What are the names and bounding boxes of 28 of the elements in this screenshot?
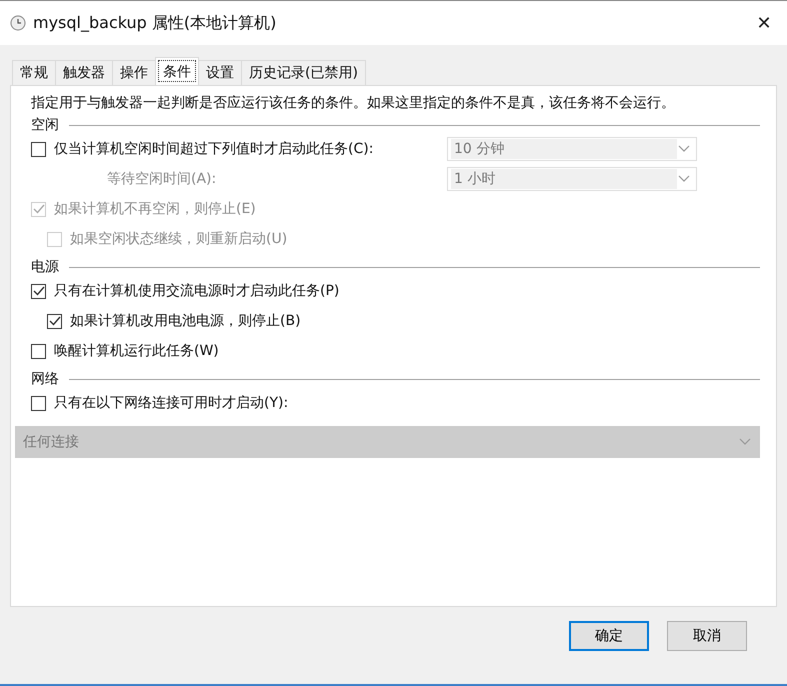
dialog-button[interactable]: 取消 — [667, 621, 747, 651]
close-button[interactable]: ✕ — [741, 1, 787, 45]
checkbox-label: 唤醒计算机运行此任务(W) — [54, 342, 219, 360]
checkbox[interactable] — [31, 344, 46, 358]
tab[interactable]: 常规 — [12, 60, 56, 85]
chevron-down-icon — [739, 438, 751, 446]
checkbox-label: 只有在计算机使用交流电源时才启动此任务(P) — [54, 282, 340, 300]
checkbox[interactable] — [31, 142, 46, 156]
section-heading: 电源 — [31, 258, 59, 276]
description-text: 指定用于与触发器一起判断是否应运行该任务的条件。如果这里指定的条件不是真，该任务将不会运行。 — [31, 94, 676, 112]
checkbox-label: 仅当计算机空闲时间超过下列值时才启动此任务(C): — [54, 140, 374, 158]
checkbox-label: 如果空闲状态继续，则重新启动(U) — [70, 230, 288, 248]
field-label: 等待空闲时间(A): — [107, 170, 216, 188]
clock-icon — [10, 15, 26, 31]
dialog-button[interactable]: 确定 — [569, 621, 649, 651]
window-title: mysql_backup 属性(本地计算机) — [33, 12, 276, 34]
checkbox-label: 如果计算机不再空闲，则停止(E) — [54, 200, 256, 218]
checkbox-label: 如果计算机改用电池电源，则停止(B) — [70, 312, 301, 330]
tab[interactable]: 条件 — [155, 57, 199, 85]
checkbox[interactable] — [31, 284, 46, 298]
chevron-down-icon — [678, 145, 690, 153]
section-heading: 空闲 — [31, 116, 59, 134]
checkbox[interactable] — [31, 396, 46, 410]
checkbox[interactable] — [47, 314, 62, 328]
section-heading: 网络 — [31, 370, 59, 388]
tab[interactable]: 历史记录(已禁用) — [241, 60, 366, 85]
checkbox-label: 只有在以下网络连接可用时才启动(Y): — [54, 394, 288, 412]
chevron-down-icon — [678, 175, 690, 183]
